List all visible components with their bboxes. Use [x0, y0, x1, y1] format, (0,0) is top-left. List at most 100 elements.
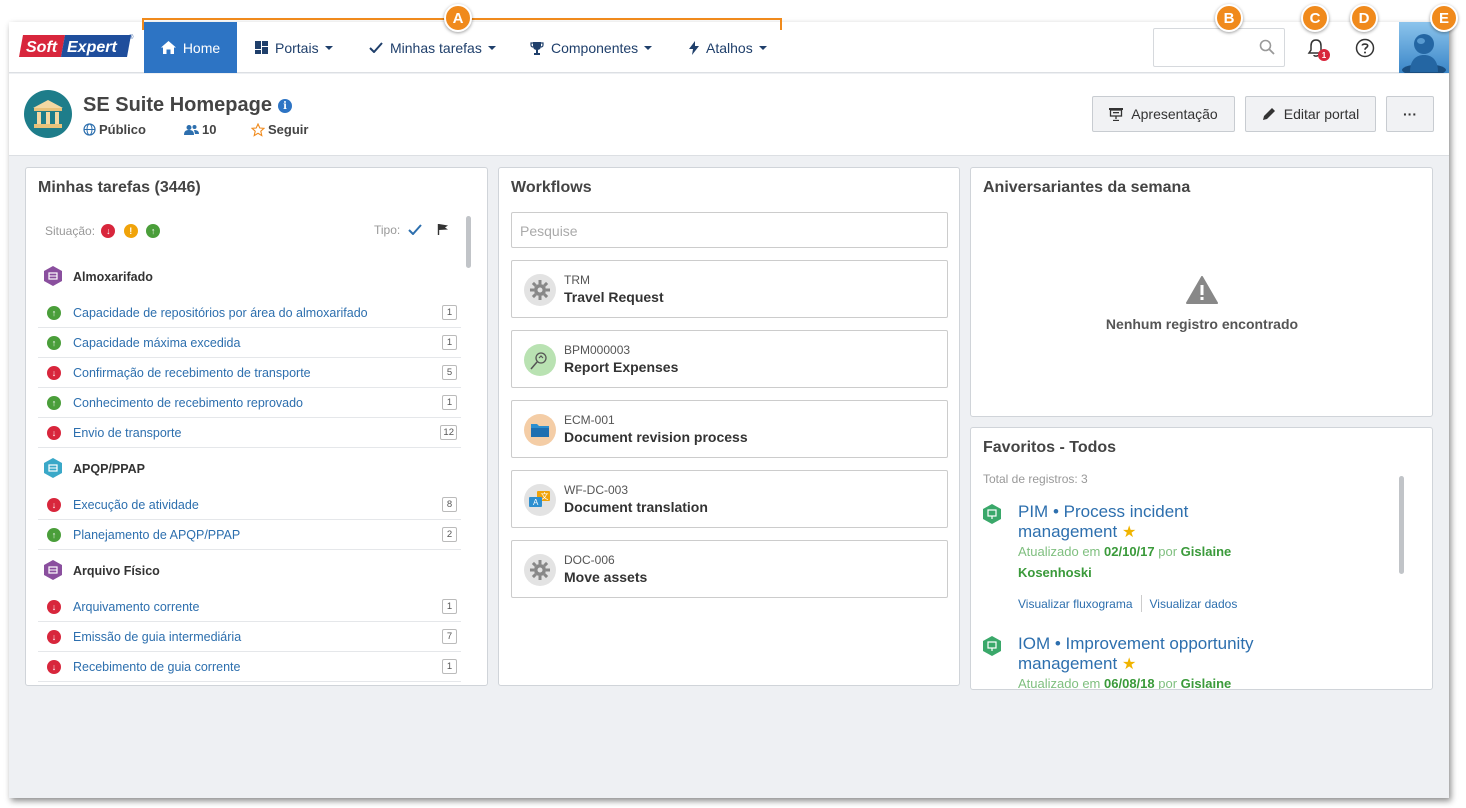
group-hex-icon — [44, 560, 62, 580]
task-group-header: Arquivo Físico — [38, 550, 461, 592]
task-count-badge: 1 — [442, 305, 457, 320]
softexpert-logo[interactable]: Soft Expert ® — [17, 33, 134, 59]
gear-icon — [524, 274, 556, 306]
users-icon — [184, 124, 199, 136]
task-row[interactable]: ↑ Planejamento de APQP/PPAP 2 — [38, 520, 461, 550]
task-count-badge: 7 — [442, 629, 457, 644]
status-late-icon: ↓ — [47, 498, 61, 512]
group-hex-icon — [44, 266, 62, 286]
callout-b: B — [1215, 4, 1243, 32]
view-data-link[interactable]: Visualizar dados — [1150, 597, 1238, 612]
favorites-total: Total de registros: 3 — [983, 472, 1088, 486]
presentation-button[interactable]: Apresentação — [1092, 96, 1235, 132]
edit-portal-button[interactable]: Editar portal — [1245, 96, 1376, 132]
help-button[interactable] — [1353, 36, 1377, 60]
task-row[interactable]: ↓ Emissão de guia intermediária 7 — [38, 622, 461, 652]
info-icon[interactable]: i — [278, 99, 292, 113]
task-filters: Situação: ↓ ! ↑ Tipo: — [45, 223, 465, 241]
logo-text-expert: Expert — [67, 39, 117, 56]
task-label[interactable]: Arquivamento corrente — [73, 600, 199, 614]
tasks-panel-title: Minhas tarefas (3446) — [38, 179, 201, 196]
callout-e: E — [1430, 4, 1458, 32]
more-options-button[interactable]: ··· — [1386, 96, 1434, 132]
dashboard-icon — [255, 41, 268, 54]
favorite-title-link[interactable]: PIM • Process incident management ★ — [1018, 502, 1278, 543]
workflow-item[interactable]: BPM000003 Report Expenses — [511, 330, 948, 388]
task-label[interactable]: Recebimento de guia corrente — [73, 660, 240, 674]
follow-button[interactable]: Seguir — [251, 122, 308, 137]
task-row[interactable]: ↓ Execução de atividade 8 — [38, 490, 461, 520]
workflow-name: Document revision process — [564, 429, 748, 445]
task-label[interactable]: Emissão de guia intermediária — [73, 630, 241, 644]
help-icon — [1355, 38, 1375, 58]
task-count-badge: 1 — [442, 599, 457, 614]
task-row[interactable]: ↓ Arquivamento corrente 1 — [38, 592, 461, 622]
empty-state-message: Nenhum registro encontrado — [1105, 316, 1299, 332]
callout-d: D — [1350, 4, 1378, 32]
tasks-scrollbar[interactable] — [466, 216, 471, 268]
star-filled-icon[interactable]: ★ — [1122, 524, 1136, 541]
task-row[interactable]: ↑ Conhecimento de recebimento reprovado 1 — [38, 388, 461, 418]
task-group-header: Almoxarifado — [38, 256, 461, 298]
birthdays-panel-title: Aniversariantes da semana — [983, 179, 1191, 196]
task-row[interactable]: ↑ Capacidade de repositórios por área do … — [38, 298, 461, 328]
task-count-badge: 2 — [442, 527, 457, 542]
task-row[interactable]: ↓ Recebimento de guia corrente 1 — [38, 652, 461, 682]
workflow-code: WF-DC-003 — [564, 483, 629, 497]
status-ontime-icon: ↑ — [47, 336, 61, 350]
chevron-down-icon — [644, 45, 653, 50]
task-row[interactable]: ↓ Envio de transporte 12 — [38, 418, 461, 448]
visibility-indicator: Público — [83, 122, 146, 137]
workflow-name: Travel Request — [564, 289, 664, 305]
status-late-icon: ↓ — [47, 366, 61, 380]
logo-registered-mark: ® — [129, 34, 134, 41]
task-label[interactable]: Capacidade máxima excedida — [73, 336, 240, 350]
task-label[interactable]: Confirmação de recebimento de transporte — [73, 366, 311, 380]
portal-building-icon — [24, 90, 72, 138]
task-label[interactable]: Conhecimento de recebimento reprovado — [73, 396, 303, 410]
view-flowchart-link[interactable]: Visualizar fluxograma — [1018, 597, 1133, 612]
workflow-code: BPM000003 — [564, 343, 631, 357]
type-task-check-icon[interactable] — [408, 224, 422, 238]
presentation-icon — [1109, 107, 1124, 121]
task-label[interactable]: Capacidade de repositórios por área do a… — [73, 306, 368, 320]
task-label[interactable]: Execução de atividade — [73, 498, 199, 512]
favorite-updated-info: Atualizado em 06/08/18 por Gislaine — [1018, 676, 1232, 690]
workflow-search-input[interactable]: Pesquise — [511, 212, 948, 248]
task-label[interactable]: Envio de transporte — [73, 426, 181, 440]
group-hex-icon — [44, 458, 62, 478]
status-ontime-filter[interactable]: ↑ — [146, 223, 161, 238]
task-row[interactable]: ↑ Capacidade máxima excedida 1 — [38, 328, 461, 358]
workflow-item[interactable]: DOC-006 Move assets — [511, 540, 948, 598]
task-row[interactable]: ↓ Confirmação de recebimento de transport… — [38, 358, 461, 388]
status-late-filter[interactable]: ↓ — [101, 223, 116, 238]
birthdays-panel: Aniversariantes da semana Nenhum registr… — [970, 167, 1433, 417]
star-filled-icon[interactable]: ★ — [1122, 656, 1136, 673]
favorites-panel-title: Favoritos - Todos — [983, 439, 1117, 456]
status-ontime-icon: ↑ — [47, 396, 61, 410]
type-label: Tipo: — [374, 223, 401, 237]
task-list: Almoxarifado ↑ Capacidade de repositórios … — [38, 256, 461, 682]
status-late-icon: ↓ — [47, 630, 61, 644]
task-count-badge: 1 — [442, 395, 457, 410]
members-count[interactable]: 10 — [184, 122, 216, 137]
workflow-item[interactable]: ECM-001 Document revision process — [511, 400, 948, 458]
workflow-item[interactable]: 文 A WF-DC-003 Document translation — [511, 470, 948, 528]
status-late-icon: ↓ — [47, 660, 61, 674]
global-search-input[interactable] — [1153, 28, 1285, 67]
nav-portais-label: Portais — [275, 39, 319, 56]
task-group-label: Almoxarifado — [73, 270, 153, 284]
workflow-item[interactable]: TRM Travel Request — [511, 260, 948, 318]
workflow-code: TRM — [564, 273, 590, 287]
task-label[interactable]: Planejamento de APQP/PPAP — [73, 528, 240, 542]
type-flag-icon[interactable] — [437, 223, 449, 238]
favorite-title-link[interactable]: IOM • Improvement opportunity management… — [1018, 634, 1278, 675]
process-hex-icon — [983, 636, 1001, 656]
nav-componentes-label: Componentes — [551, 39, 639, 56]
status-warning-filter[interactable]: ! — [123, 223, 138, 238]
task-count-badge: 12 — [440, 425, 457, 440]
check-icon — [369, 42, 383, 53]
task-group-header: APQP/PPAP — [38, 448, 461, 490]
notifications-button[interactable]: 1 — [1304, 36, 1330, 61]
favorite-actions: Visualizar fluxograma Visualizar dados — [1018, 595, 1238, 612]
